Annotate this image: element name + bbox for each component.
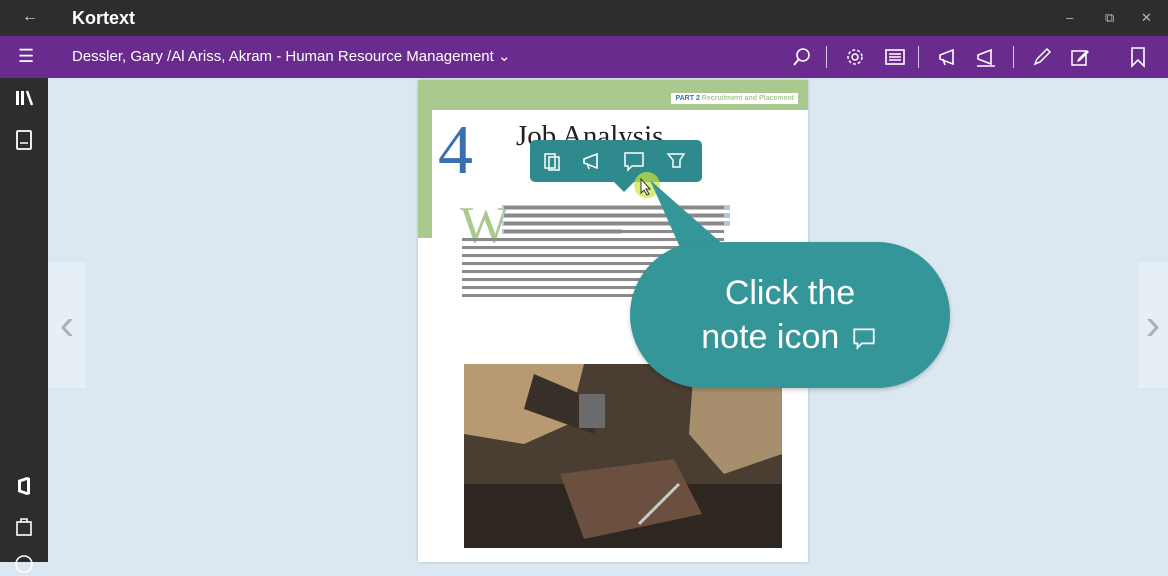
callout-line-1: Click the	[724, 274, 856, 312]
book-title-text: Dessler, Gary /Al Ariss, Akram - Human R…	[72, 48, 494, 65]
toolbar-divider	[1013, 46, 1014, 68]
book-icon[interactable]	[12, 128, 36, 152]
search-icon[interactable]	[790, 45, 814, 69]
chapter-photo	[464, 364, 782, 548]
next-page-button[interactable]: ›	[1138, 262, 1168, 388]
reader-toolbar: ☰ Dessler, Gary /Al Ariss, Akram - Human…	[0, 36, 1168, 78]
bookmark-icon[interactable]	[1126, 45, 1150, 69]
popup-pointer	[612, 180, 636, 192]
copy-icon[interactable]	[540, 149, 564, 173]
back-button[interactable]: ←	[22, 8, 38, 26]
tutorial-callout: Click the note icon	[630, 242, 950, 388]
table-of-contents-icon[interactable]	[883, 45, 907, 69]
pencil-icon[interactable]	[1030, 45, 1054, 69]
close-button[interactable]: ✕	[1141, 10, 1152, 26]
help-icon[interactable]	[12, 552, 36, 576]
chevron-down-icon: ⌄	[498, 48, 511, 65]
restore-button[interactable]: ⧉	[1105, 10, 1114, 26]
notes-icon[interactable]	[974, 45, 998, 69]
edit-note-icon[interactable]	[1068, 45, 1092, 69]
part-subtitle: Recruitment and Placement	[701, 95, 794, 102]
app-title: Kortext	[72, 8, 136, 28]
callout-line-2: note icon	[630, 318, 950, 357]
bag-icon[interactable]	[12, 514, 36, 538]
toolbar-divider	[826, 46, 827, 68]
photo-illustration	[464, 364, 782, 548]
toolbar-divider	[918, 46, 919, 68]
title-bar: ← Kortext – ⧉ ✕	[0, 0, 1168, 36]
office-icon[interactable]	[12, 474, 36, 498]
hamburger-menu-icon[interactable]: ☰	[18, 46, 34, 67]
book-title[interactable]: Dessler, Gary /Al Ariss, Akram - Human R…	[72, 47, 511, 65]
clear-highlight-icon[interactable]	[664, 149, 688, 173]
part-label: PART 2 Recruitment and Placement	[671, 93, 798, 104]
note-icon	[853, 328, 875, 350]
chapter-number: 4	[438, 112, 473, 189]
note-icon[interactable]	[622, 149, 646, 173]
highlight-icon[interactable]	[580, 149, 604, 173]
part-number: PART 2	[675, 95, 700, 102]
previous-page-button[interactable]: ‹	[48, 262, 86, 388]
highlight-icon[interactable]	[936, 45, 960, 69]
left-sidebar	[0, 78, 48, 573]
minimize-button[interactable]: –	[1066, 10, 1073, 25]
selection-popup	[530, 140, 702, 182]
page-side-band	[418, 110, 432, 238]
settings-icon[interactable]	[843, 45, 867, 69]
library-icon[interactable]	[12, 86, 36, 110]
callout-line-2-text: note icon	[701, 318, 840, 356]
